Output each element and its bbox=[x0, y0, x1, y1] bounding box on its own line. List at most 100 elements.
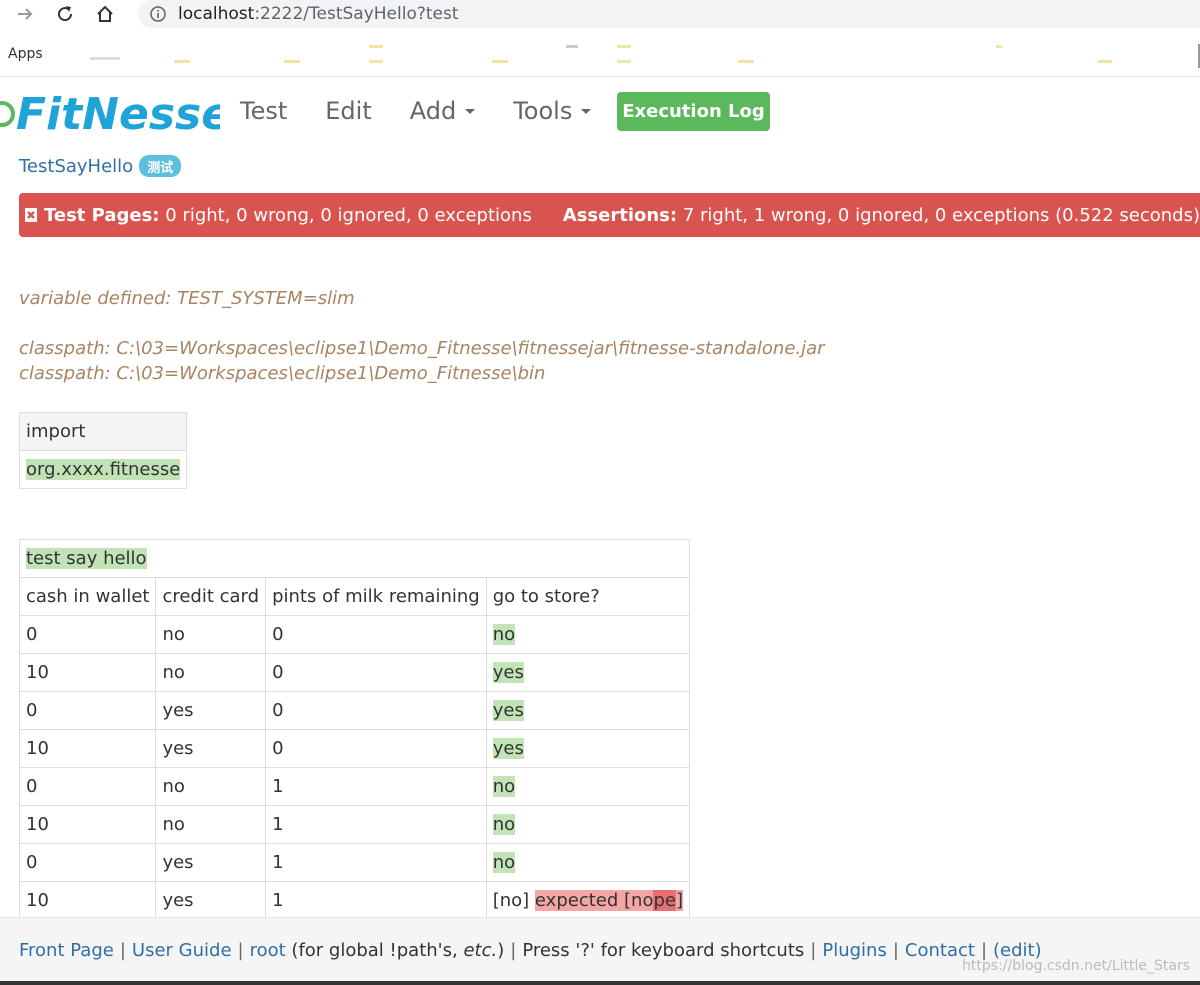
bookmark-item[interactable] bbox=[284, 60, 300, 63]
watermark: https://blog.csdn.net/Little_Stars bbox=[962, 958, 1190, 974]
root-link[interactable]: root bbox=[250, 940, 286, 961]
bookmarks-bar: Apps bbox=[0, 40, 1200, 68]
separator: | bbox=[510, 940, 517, 961]
bookmark-item[interactable] bbox=[996, 45, 1002, 48]
chevron-down-icon bbox=[465, 108, 476, 114]
table-cell: yes bbox=[155, 691, 267, 730]
pass-value: no bbox=[492, 624, 516, 645]
shortcuts-text: Press '?' for keyboard shortcuts bbox=[522, 940, 805, 961]
fitnesse-logo[interactable]: FitNesse bbox=[0, 81, 220, 145]
pass-value: no bbox=[492, 852, 516, 873]
table-row: 10 no 1 no bbox=[18, 805, 690, 844]
table-cell: yes bbox=[485, 653, 690, 692]
table-title-row: test say hello bbox=[19, 539, 690, 578]
table-cell: no bbox=[155, 653, 267, 692]
url-host: localhost bbox=[178, 4, 255, 24]
nav-tools-dropdown[interactable]: Tools bbox=[513, 97, 592, 125]
front-page-link[interactable]: Front Page bbox=[19, 940, 114, 961]
root-note: (for global !path's, etc.) bbox=[291, 940, 504, 961]
table-cell: 0 bbox=[18, 843, 157, 882]
fail-icon bbox=[25, 208, 37, 222]
table-cell: yes bbox=[155, 729, 267, 768]
tag-badge[interactable]: 测试 bbox=[139, 155, 182, 177]
pass-value: no bbox=[492, 814, 516, 835]
bookmark-item[interactable] bbox=[174, 60, 190, 63]
root-note-b: ) bbox=[497, 940, 505, 961]
bookmark-item[interactable] bbox=[738, 60, 754, 63]
fitnesse-header: FitNesse Test Edit Add Tools Execution L… bbox=[0, 77, 1200, 147]
footer-links: Front Page | User Guide | root (for global !… bbox=[19, 940, 1042, 961]
plugins-link[interactable]: Plugins bbox=[822, 940, 886, 961]
bookmark-item[interactable] bbox=[492, 60, 508, 63]
nav-test[interactable]: Test bbox=[240, 97, 287, 125]
nav-add-dropdown[interactable]: Add bbox=[409, 97, 476, 125]
test-pages-value: 0 right, 0 wrong, 0 ignored, 0 exception… bbox=[165, 204, 532, 226]
table-row: 0 no 1 no bbox=[18, 767, 690, 806]
bookmark-item[interactable] bbox=[369, 45, 383, 48]
table-row: 10 yes 0 yes bbox=[18, 729, 690, 768]
table-row: org.xxxx.fitnesse bbox=[18, 450, 188, 489]
table-cell: 0 bbox=[18, 615, 157, 654]
forward-icon[interactable] bbox=[14, 3, 36, 25]
table-cell: yes bbox=[155, 843, 267, 882]
table-cell: no bbox=[485, 767, 690, 806]
import-header-text: import bbox=[26, 421, 86, 442]
table-cell: no bbox=[485, 615, 690, 654]
table-cell: 0 bbox=[265, 653, 487, 692]
actual-value: [no] bbox=[492, 890, 530, 911]
column-header: pints of milk remaining bbox=[265, 577, 487, 616]
assertions-value: 7 right, 1 wrong, 0 ignored, 0 exception… bbox=[682, 204, 1200, 226]
fail-diff-highlight: pe bbox=[653, 890, 676, 911]
table-cell: yes bbox=[485, 691, 690, 730]
table-cell: 0 bbox=[18, 767, 157, 806]
logo-text: FitNesse bbox=[16, 89, 220, 140]
pass-value: yes bbox=[492, 662, 524, 683]
apps-bookmark[interactable]: Apps bbox=[8, 46, 43, 62]
variable-defined-text: variable defined: TEST_SYSTEM=slim bbox=[19, 288, 355, 309]
breadcrumb: TestSayHello 测试 bbox=[19, 155, 182, 177]
table-row: import bbox=[18, 412, 188, 451]
table-cell: 0 bbox=[265, 691, 487, 730]
table-cell: no bbox=[485, 805, 690, 844]
chevron-down-icon bbox=[581, 108, 592, 114]
info-icon[interactable] bbox=[150, 6, 166, 22]
top-nav: Test Edit Add Tools bbox=[240, 97, 629, 125]
nav-test-label: Test bbox=[240, 97, 288, 125]
bookmark-item[interactable] bbox=[1098, 60, 1112, 63]
table-cell: no bbox=[155, 615, 267, 654]
table-title-cell: test say hello bbox=[19, 539, 690, 578]
table-cell: 1 bbox=[265, 805, 487, 844]
nav-add-label: Add bbox=[409, 97, 457, 125]
url-text[interactable]: localhost:2222/TestSayHello?test bbox=[178, 4, 459, 24]
table-row: 10 yes 1 [no] expected [nope] bbox=[18, 881, 690, 920]
table-cell: 10 bbox=[18, 729, 157, 768]
table-cell: 10 bbox=[18, 653, 157, 692]
page-title-link[interactable]: TestSayHello bbox=[19, 156, 133, 177]
table-cell: yes bbox=[155, 881, 267, 920]
bookmark-item[interactable] bbox=[90, 57, 120, 60]
table-cell: yes bbox=[485, 729, 690, 768]
nav-edit-label: Edit bbox=[325, 97, 372, 125]
assertions-label: Assertions: bbox=[562, 204, 678, 226]
table-row: 0 yes 0 yes bbox=[18, 691, 690, 730]
column-header: credit card bbox=[155, 577, 267, 616]
table-cell: 1 bbox=[265, 881, 487, 920]
bookmark-item[interactable] bbox=[617, 60, 631, 63]
execution-log-button[interactable]: Execution Log bbox=[617, 92, 770, 131]
table-cell: 0 bbox=[265, 615, 487, 654]
root-note-a: (for global !path's, bbox=[291, 940, 464, 961]
table-cell: 10 bbox=[18, 881, 157, 920]
classpath-text: classpath: C:\03=Workspaces\eclipse1\Dem… bbox=[19, 363, 546, 384]
bookmark-item[interactable] bbox=[369, 60, 383, 63]
browser-nav-buttons bbox=[14, 3, 116, 25]
reload-icon[interactable] bbox=[54, 3, 76, 25]
nav-edit[interactable]: Edit bbox=[325, 97, 371, 125]
address-bar[interactable]: localhost:2222/TestSayHello?test bbox=[138, 0, 1200, 28]
fail-prefix: expected [no bbox=[534, 890, 654, 911]
table-cell: 0 bbox=[18, 691, 157, 730]
bookmark-item[interactable] bbox=[617, 45, 631, 48]
home-icon[interactable] bbox=[94, 3, 116, 25]
user-guide-link[interactable]: User Guide bbox=[132, 940, 232, 961]
bookmark-item[interactable] bbox=[566, 45, 578, 48]
import-value-cell: org.xxxx.fitnesse bbox=[18, 450, 188, 489]
